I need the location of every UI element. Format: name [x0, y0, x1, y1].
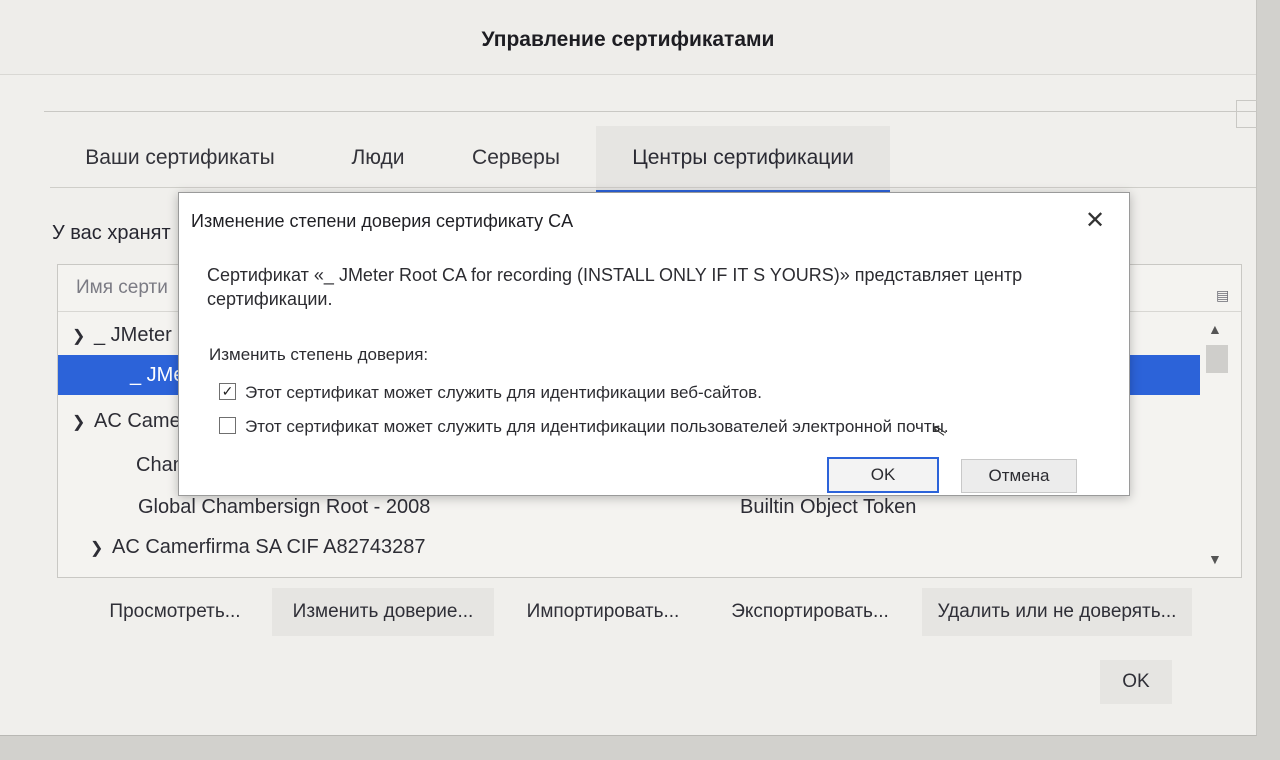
separator [50, 187, 1256, 188]
chevron-down-icon[interactable]: ❯ [72, 317, 94, 357]
tree-row[interactable]: ❯ AC Camerfirma SA CIF A82743287 [58, 527, 1200, 567]
scroll-down-icon[interactable]: ▼ [1208, 551, 1222, 567]
dialog-cancel-button[interactable]: Отмена [961, 459, 1077, 493]
checkbox-unchecked[interactable] [219, 417, 236, 434]
tab-your-certificates[interactable]: Ваши сертификаты [50, 126, 310, 190]
column-header-name[interactable]: Имя серти [76, 277, 168, 299]
scroll-up-icon[interactable]: ▲ [1208, 321, 1222, 337]
trust-label: Изменить степень доверия: [209, 345, 429, 364]
column-picker-icon[interactable]: ▤ [1216, 287, 1229, 304]
tree-scrollbar[interactable]: ▲ ▼ [1204, 311, 1230, 575]
ok-button[interactable]: OK [1100, 660, 1172, 704]
window-title: Управление сертификатами [481, 28, 775, 51]
tab-bar: Ваши сертификаты Люди Серверы Центры сер… [50, 126, 1256, 194]
dialog-ok-button[interactable]: OK [827, 457, 939, 493]
chevron-down-icon[interactable]: ❯ [90, 529, 112, 569]
corner-button [1236, 100, 1257, 128]
separator [44, 111, 1256, 112]
tab-servers[interactable]: Серверы [446, 126, 586, 190]
action-buttons: Просмотреть... Изменить доверие... Импор… [90, 588, 1240, 640]
trust-dialog: Изменение степени доверия сертификату CA… [178, 192, 1130, 496]
tab-authorities[interactable]: Центры сертификации [596, 126, 890, 190]
dialog-title: Изменение степени доверия сертификату CA [191, 211, 574, 231]
delete-or-distrust-button[interactable]: Удалить или не доверять... [922, 588, 1192, 636]
import-button[interactable]: Импортировать... [506, 588, 700, 636]
view-button[interactable]: Просмотреть... [90, 588, 260, 636]
dialog-message: Сертификат «_ JMeter Root CA for recordi… [207, 265, 1023, 309]
export-button[interactable]: Экспортировать... [712, 588, 908, 636]
chevron-down-icon[interactable]: ❯ [72, 403, 94, 443]
edit-trust-button[interactable]: Изменить доверие... [272, 588, 494, 636]
scroll-thumb[interactable] [1206, 345, 1228, 373]
checkbox-checked[interactable]: ✓ [219, 383, 236, 400]
tab-people[interactable]: Люди [320, 126, 436, 190]
title-bar: Управление сертификатами [0, 0, 1256, 75]
close-icon[interactable]: ✕ [1085, 209, 1105, 233]
storage-description: У вас хранят [52, 222, 171, 244]
